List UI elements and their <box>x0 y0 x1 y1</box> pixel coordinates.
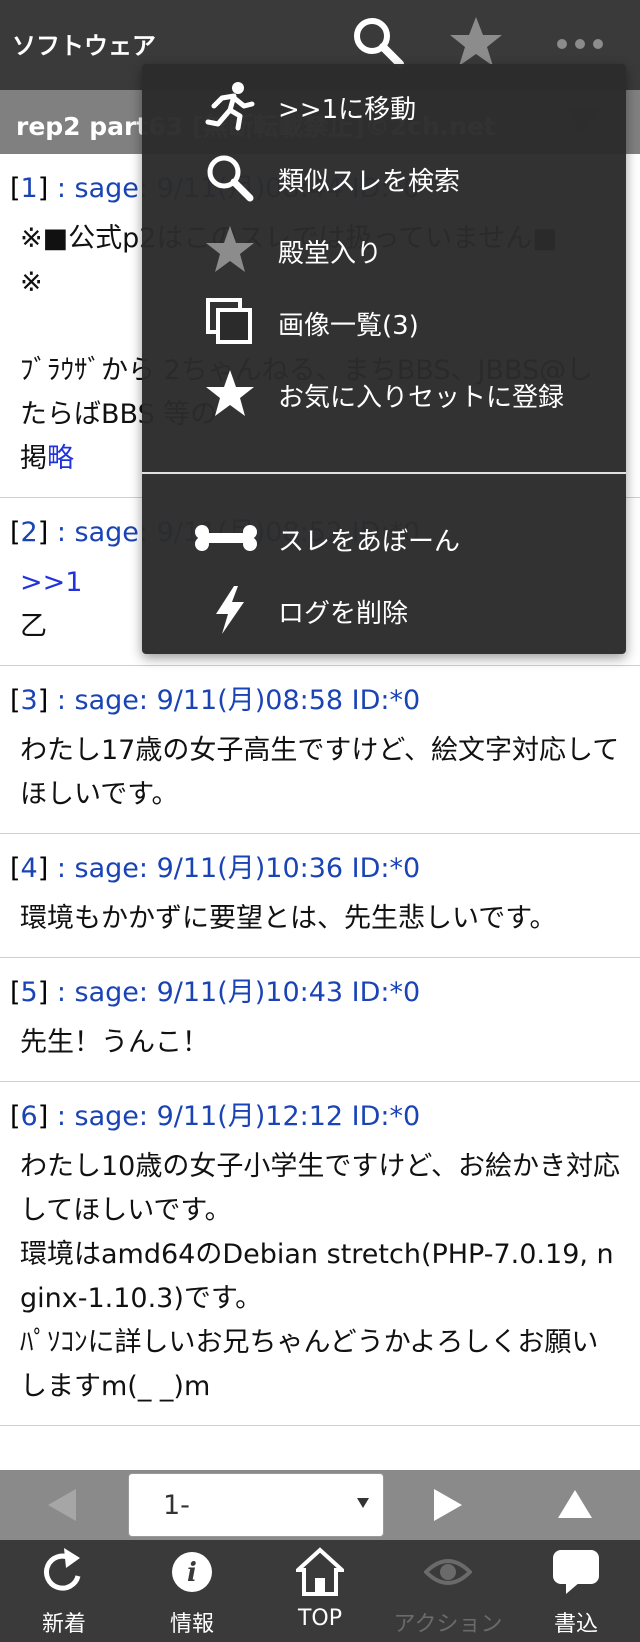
scroll-top-icon[interactable] <box>558 1490 592 1518</box>
more-icon[interactable] <box>554 26 606 66</box>
home-icon <box>296 1547 344 1596</box>
post-number[interactable]: 2 <box>21 517 38 548</box>
pager-bar: 1- <box>0 1470 640 1540</box>
chat-icon <box>553 1550 599 1594</box>
post-header: [3] : sage: 9/11(月)08:58 ID:*0 <box>10 685 421 716</box>
page-select-value: 1- <box>163 1490 190 1521</box>
page-select[interactable]: 1- <box>128 1473 384 1537</box>
eye-icon <box>424 1559 472 1585</box>
menu-label: スレをあぼーん <box>278 527 461 557</box>
nav-label: アクション <box>393 1612 503 1637</box>
menu-label: お気に入りセットに登録 <box>278 383 565 413</box>
post-number[interactable]: 3 <box>21 685 38 716</box>
menu-label: >>1に移動 <box>278 95 417 125</box>
post: [3] : sage: 9/11(月)08:58 ID:*0 わたし17歳の女子… <box>0 666 640 834</box>
nav-top-button[interactable]: TOP <box>256 1540 384 1642</box>
nav-label: 情報 <box>169 1612 214 1637</box>
post-header: [6] : sage: 9/11(月)12:12 ID:*0 <box>10 1101 421 1132</box>
menu-label: ログを削除 <box>278 599 409 629</box>
post-meta: : sage: 9/11(月)10:43 ID:*0 <box>48 977 421 1008</box>
post-header: [4] : sage: 9/11(月)10:36 ID:*0 <box>10 853 421 884</box>
post-body: 環境もかかずに要望とは、先生悲しいです。 <box>20 903 557 934</box>
nav-new-button[interactable]: 新着 <box>0 1540 128 1642</box>
post-number[interactable]: 1 <box>21 173 38 204</box>
menu-label: 殿堂入り <box>278 239 383 269</box>
nav-info-button[interactable]: i 情報 <box>128 1540 256 1642</box>
menu-item-similar-search[interactable]: 類似スレを検索 <box>142 142 626 214</box>
post-meta: : sage: 9/11(月)08:58 ID:*0 <box>48 685 421 716</box>
next-page-icon[interactable] <box>434 1489 462 1521</box>
prev-page-icon[interactable] <box>48 1489 76 1521</box>
svg-text:i: i <box>187 1558 197 1588</box>
menu-item-image-list[interactable]: 画像一覧(3) <box>142 286 626 358</box>
post-body: 先生！うんこ！ <box>20 1027 209 1058</box>
nav-action-button[interactable]: アクション <box>384 1540 512 1642</box>
bottom-navigation: 新着 i 情報 TOP アクション 書込 <box>0 1540 640 1642</box>
running-man-icon <box>205 82 255 131</box>
overflow-menu: >>1に移動 類似スレを検索 殿堂入り 画像一覧(3) お気に入りセットに登録 … <box>142 64 626 654</box>
menu-item-jump-to-first[interactable]: >>1に移動 <box>142 70 626 142</box>
app-title: ソフトウェア <box>12 32 156 60</box>
post-number[interactable]: 6 <box>21 1101 38 1132</box>
info-icon: i <box>172 1552 212 1592</box>
menu-divider <box>142 472 626 474</box>
nav-write-button[interactable]: 書込 <box>512 1540 640 1642</box>
star-icon <box>206 370 254 416</box>
post-number[interactable]: 4 <box>21 853 38 884</box>
nav-label: TOP <box>297 1606 343 1631</box>
menu-item-hall-of-fame[interactable]: 殿堂入り <box>142 214 626 286</box>
menu-label: 類似スレを検索 <box>278 167 461 197</box>
reply-anchor-link[interactable]: >>1 <box>20 567 82 598</box>
post-body: わたし17歳の女子高生ですけど、絵文字対応してほしいです。 <box>20 735 620 810</box>
menu-item-delete-log[interactable]: ログを削除 <box>142 574 626 646</box>
refresh-icon <box>43 1548 81 1591</box>
nav-label: 新着 <box>41 1612 86 1637</box>
post-meta: : sage: 9/11(月)10:36 ID:*0 <box>48 853 421 884</box>
chevron-down-icon <box>357 1498 369 1508</box>
post-body: わたし10歳の女子小学生ですけど、お絵かき対応してほしいです。 環境はamd64… <box>20 1151 621 1402</box>
menu-item-favorite-set[interactable]: お気に入りセットに登録 <box>142 358 626 430</box>
bone-icon <box>195 525 257 551</box>
lightning-icon <box>216 586 244 634</box>
post: [4] : sage: 9/11(月)10:36 ID:*0 環境もかかずに要望… <box>0 834 640 958</box>
search-icon <box>207 155 254 202</box>
post: [6] : sage: 9/11(月)12:12 ID:*0 わたし10歳の女子… <box>0 1082 640 1426</box>
post-meta: : sage: 9/11(月)12:12 ID:*0 <box>48 1101 421 1132</box>
menu-item-abone-thread[interactable]: スレをあぼーん <box>142 502 626 574</box>
post-number[interactable]: 5 <box>21 977 38 1008</box>
post-header: [5] : sage: 9/11(月)10:43 ID:*0 <box>10 977 421 1008</box>
nav-label: 書込 <box>553 1612 598 1637</box>
menu-label: 画像一覧(3) <box>278 311 419 341</box>
read-more-link[interactable]: 略 <box>47 443 74 474</box>
star-icon <box>206 226 254 272</box>
post: [5] : sage: 9/11(月)10:43 ID:*0 先生！うんこ！ <box>0 958 640 1082</box>
copy-icon <box>206 298 252 344</box>
